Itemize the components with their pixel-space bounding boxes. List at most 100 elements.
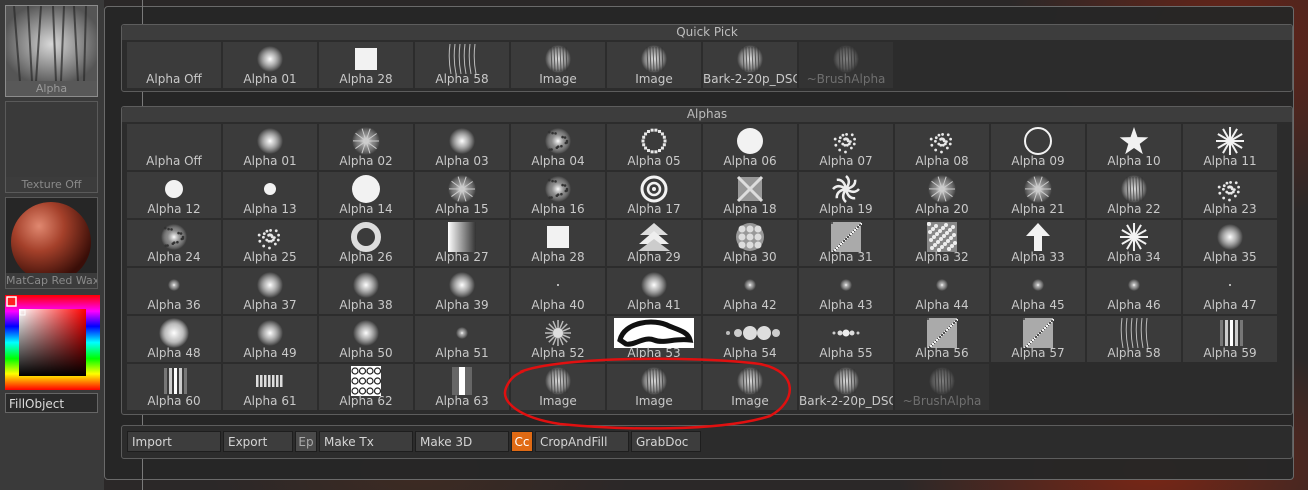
alpha-cell[interactable]: Alpha 51 (415, 316, 509, 362)
alpha-cell[interactable]: Alpha 31 (799, 220, 893, 266)
alpha-cell[interactable]: Alpha 41 (607, 268, 701, 314)
alpha-cell[interactable]: Alpha 56 (895, 316, 989, 362)
alpha-swatch (415, 174, 509, 204)
make-3d-button[interactable]: Make 3D (415, 431, 509, 452)
alpha-cell[interactable]: Alpha 39 (415, 268, 509, 314)
alpha-cell[interactable]: Alpha 15 (415, 172, 509, 218)
alpha-cell[interactable]: Alpha 23 (1183, 172, 1277, 218)
alpha-swatch (319, 366, 413, 396)
alpha-cell[interactable]: Alpha 11 (1183, 124, 1277, 170)
alpha-cell[interactable]: Alpha 55 (799, 316, 893, 362)
alpha-cell[interactable]: Alpha 58 (415, 42, 509, 88)
alpha-cell[interactable]: Alpha 45 (991, 268, 1085, 314)
alpha-cell[interactable]: Alpha 10 (1087, 124, 1181, 170)
alpha-cell[interactable]: Alpha 16 (511, 172, 605, 218)
alpha-cell[interactable]: Alpha 63 (415, 364, 509, 410)
alpha-cell[interactable]: Alpha 13 (223, 172, 317, 218)
alpha-cell[interactable]: Alpha 38 (319, 268, 413, 314)
alpha-cell[interactable]: Image (607, 364, 701, 410)
alpha-cell[interactable]: Image (703, 364, 797, 410)
alpha-cell[interactable]: Alpha 20 (895, 172, 989, 218)
alpha-cell[interactable]: Alpha 48 (127, 316, 221, 362)
alpha-cell[interactable]: Alpha Off (127, 124, 221, 170)
make-tx-button[interactable]: Make Tx (319, 431, 413, 452)
alpha-cell[interactable]: Alpha Off (127, 42, 221, 88)
alpha-cell[interactable]: Alpha 54 (703, 316, 797, 362)
fill-object-button[interactable]: FillObject (5, 393, 98, 413)
material-thumbnail[interactable]: MatCap Red Wax (5, 197, 98, 289)
alpha-cell[interactable]: Alpha 02 (319, 124, 413, 170)
color-picker[interactable] (5, 295, 100, 390)
grab-doc-button[interactable]: GrabDoc (631, 431, 701, 452)
crop-and-fill-button[interactable]: CropAndFill (535, 431, 629, 452)
alpha-cell-label: Alpha 36 (147, 298, 201, 312)
alpha-cell[interactable]: Alpha 08 (895, 124, 989, 170)
alpha-cell[interactable]: Alpha 26 (319, 220, 413, 266)
alpha-cell[interactable]: Alpha 36 (127, 268, 221, 314)
alpha-cell[interactable]: Alpha 07 (799, 124, 893, 170)
donut-icon (351, 222, 381, 252)
alpha-cell[interactable]: ~BrushAlpha (799, 42, 893, 88)
alpha-cell[interactable]: Alpha 44 (895, 268, 989, 314)
alpha-cell-label: Alpha 44 (915, 298, 969, 312)
alpha-cell[interactable]: Alpha 03 (415, 124, 509, 170)
alpha-cell[interactable]: Alpha 53 (607, 316, 701, 362)
alpha-cell[interactable]: Alpha 32 (895, 220, 989, 266)
alpha-cell[interactable]: Alpha 61 (223, 364, 317, 410)
alpha-cell-label: Bark-2-20p_DSC5 (799, 394, 893, 408)
export-button[interactable]: Export (223, 431, 293, 452)
alpha-swatch (1183, 222, 1277, 252)
alpha-cell[interactable]: Alpha 50 (319, 316, 413, 362)
alpha-cell[interactable]: Alpha 40 (511, 268, 605, 314)
alpha-cell[interactable]: Alpha 37 (223, 268, 317, 314)
alpha-cell[interactable]: Alpha 24 (127, 220, 221, 266)
alpha-cell[interactable]: Alpha 18 (703, 172, 797, 218)
alpha-cell[interactable]: Alpha 19 (799, 172, 893, 218)
alpha-cell[interactable]: Alpha 46 (1087, 268, 1181, 314)
alpha-cell[interactable]: Alpha 30 (703, 220, 797, 266)
alpha-cell-label: Alpha Off (146, 154, 202, 168)
alpha-cell[interactable]: Alpha 57 (991, 316, 1085, 362)
alpha-cell[interactable]: Alpha 01 (223, 42, 317, 88)
alpha-cell[interactable]: Alpha 47 (1183, 268, 1277, 314)
alpha-cell[interactable]: Bark-2-20p_DSC5 (799, 364, 893, 410)
alpha-cell[interactable]: Image (511, 364, 605, 410)
alpha-cell[interactable]: Image (607, 42, 701, 88)
alpha-cell[interactable]: Alpha 04 (511, 124, 605, 170)
alpha-cell[interactable]: Bark-2-20p_DSC5 (703, 42, 797, 88)
alpha-cell[interactable]: Alpha 34 (1087, 220, 1181, 266)
alpha-cell[interactable]: Image (511, 42, 605, 88)
alpha-cell[interactable]: Alpha 60 (127, 364, 221, 410)
texture-thumbnail[interactable]: Texture Off (5, 101, 98, 193)
alpha-cell[interactable]: Alpha 52 (511, 316, 605, 362)
alpha-thumbnail[interactable]: Alpha (5, 5, 98, 97)
alpha-cell[interactable]: Alpha 27 (415, 220, 509, 266)
alpha-cell[interactable]: ~BrushAlpha (895, 364, 989, 410)
alpha-cell[interactable]: Alpha 58 (1087, 316, 1181, 362)
alpha-cell[interactable]: Alpha 29 (607, 220, 701, 266)
alpha-cell[interactable]: Alpha 43 (799, 268, 893, 314)
alpha-cell[interactable]: Alpha 59 (1183, 316, 1277, 362)
import-button[interactable]: Import (127, 431, 221, 452)
alpha-cell[interactable]: Alpha 01 (223, 124, 317, 170)
alpha-cell[interactable]: Alpha 28 (511, 220, 605, 266)
alpha-cell[interactable]: Alpha 14 (319, 172, 413, 218)
alpha-cell[interactable]: Alpha 28 (319, 42, 413, 88)
alpha-cell[interactable]: Alpha 22 (1087, 172, 1181, 218)
alpha-cell[interactable]: Alpha 21 (991, 172, 1085, 218)
bark-icon (737, 45, 763, 73)
alpha-cell[interactable]: Alpha 33 (991, 220, 1085, 266)
alpha-cell[interactable]: Alpha 35 (1183, 220, 1277, 266)
alpha-cell[interactable]: Alpha 25 (223, 220, 317, 266)
alpha-cell[interactable]: Alpha 17 (607, 172, 701, 218)
alpha-cell[interactable]: Alpha 05 (607, 124, 701, 170)
alpha-cell[interactable]: Alpha 06 (703, 124, 797, 170)
alpha-cell[interactable]: Alpha 12 (127, 172, 221, 218)
alpha-cell[interactable]: Alpha 09 (991, 124, 1085, 170)
ep-toggle[interactable]: Ep (295, 431, 317, 452)
alpha-label: Alpha (6, 81, 97, 96)
alpha-cell[interactable]: Alpha 62 (319, 364, 413, 410)
alpha-cell[interactable]: Alpha 42 (703, 268, 797, 314)
alpha-cell[interactable]: Alpha 49 (223, 316, 317, 362)
cc-toggle[interactable]: Cc (511, 431, 533, 452)
